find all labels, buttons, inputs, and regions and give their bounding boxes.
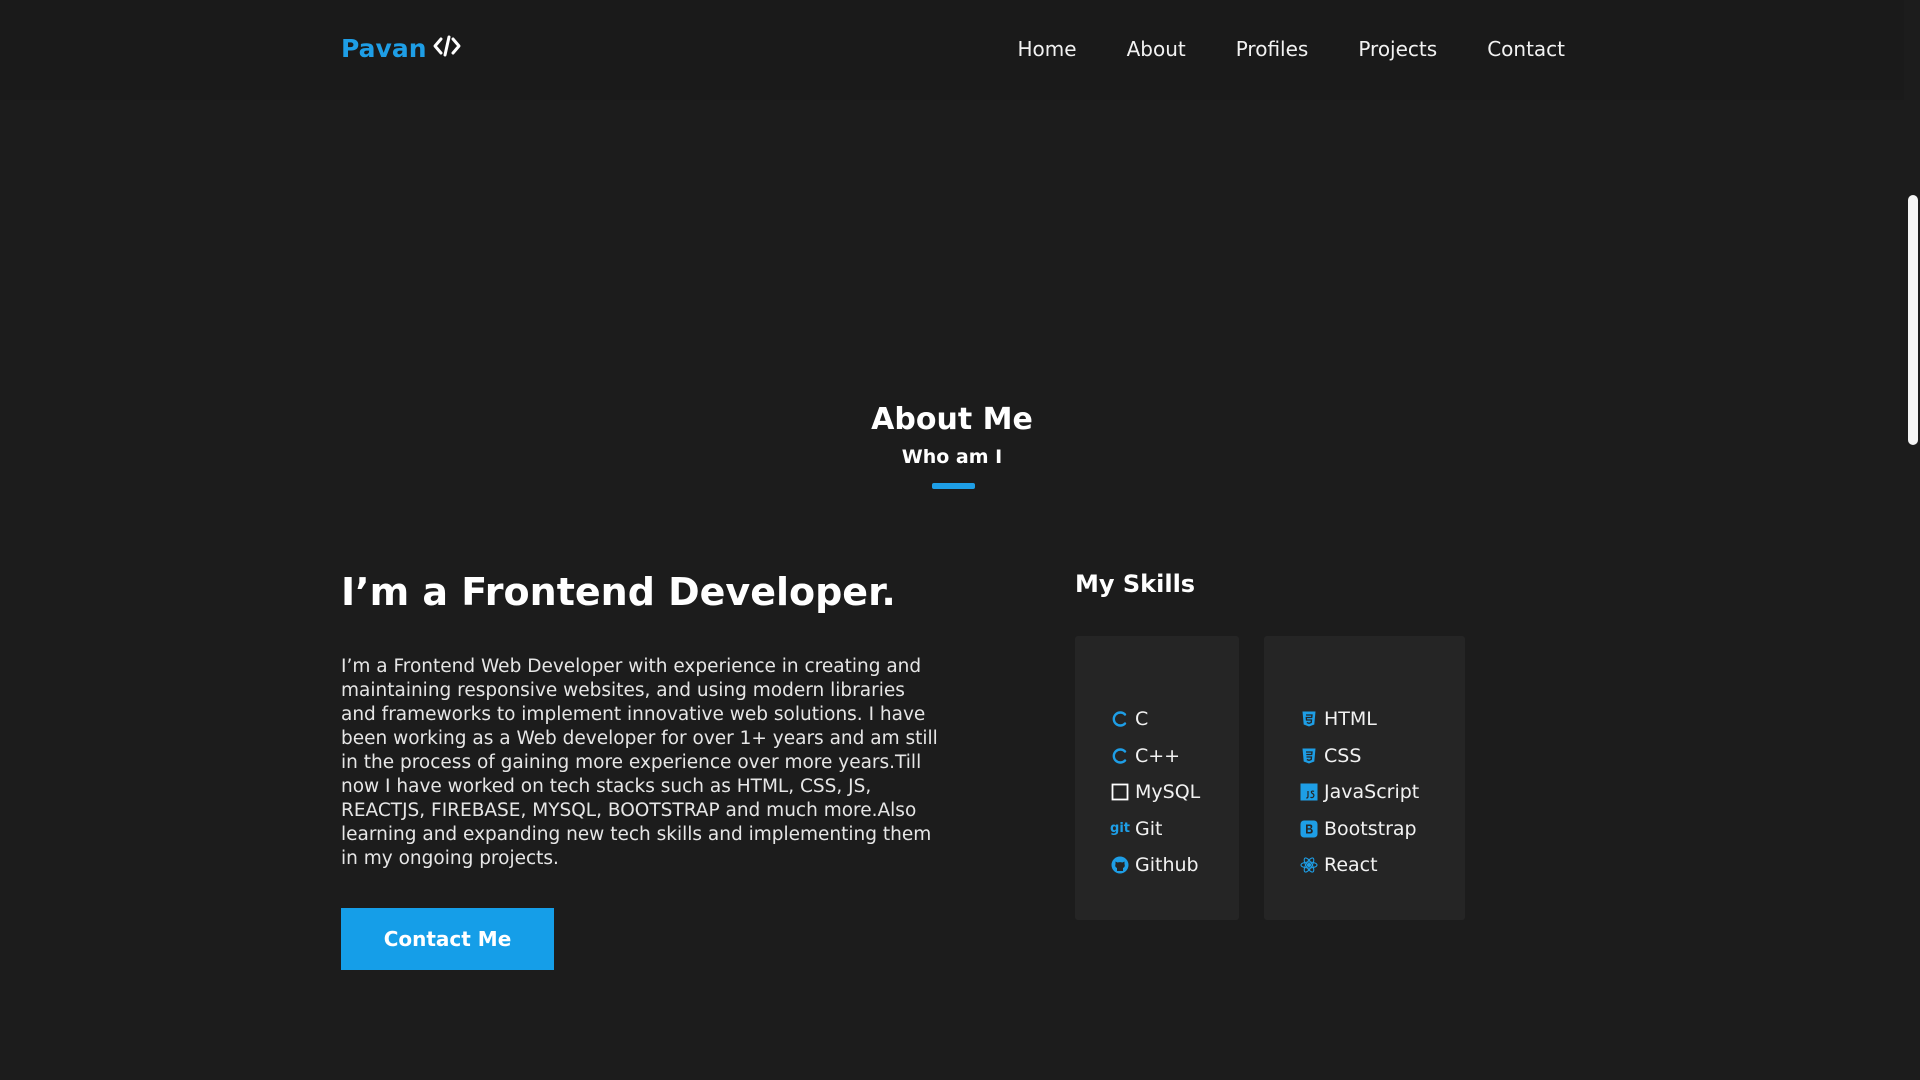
navbar: Pavan Home About Profiles Projects Conta… xyxy=(0,0,1904,100)
skill-item-bootstrap: Bootstrap xyxy=(1300,811,1419,848)
skills-title: My Skills xyxy=(1075,570,1196,598)
skill-label: CSS xyxy=(1324,744,1362,767)
scrollbar-track[interactable] xyxy=(1904,0,1920,1080)
skill-item-cpp: C++ xyxy=(1111,738,1200,775)
skill-item-github: Github xyxy=(1111,847,1200,884)
git-icon: git xyxy=(1110,820,1130,838)
skill-item-c: C xyxy=(1111,701,1200,738)
skill-label: Bootstrap xyxy=(1324,817,1417,840)
c-icon xyxy=(1111,710,1129,728)
section-title: About Me xyxy=(871,402,1033,437)
css3-icon xyxy=(1300,747,1318,765)
github-icon xyxy=(1111,856,1129,874)
section-subtitle: Who am I xyxy=(901,446,1003,468)
skills-card-1: C C++ MySQL git Git Github xyxy=(1075,636,1239,920)
nav-link-home[interactable]: Home xyxy=(1018,37,1077,61)
skill-item-react: React xyxy=(1300,847,1419,884)
skill-label: C xyxy=(1135,708,1149,731)
skill-label: MySQL xyxy=(1135,781,1201,804)
skill-item-javascript: JavaScript xyxy=(1300,774,1419,811)
react-icon xyxy=(1300,856,1318,874)
nav-link-about[interactable]: About xyxy=(1127,37,1186,61)
skill-item-html: HTML xyxy=(1300,701,1419,738)
skill-label: React xyxy=(1324,854,1378,877)
nav-links: Home About Profiles Projects Contact xyxy=(1018,37,1565,61)
skill-label: JavaScript xyxy=(1324,781,1420,804)
contact-me-button[interactable]: Contact Me xyxy=(341,908,554,970)
code-icon xyxy=(433,35,461,63)
skill-item-mysql: MySQL xyxy=(1111,774,1200,811)
skill-label: Github xyxy=(1135,854,1199,877)
nav-link-profiles[interactable]: Profiles xyxy=(1236,37,1309,61)
javascript-icon xyxy=(1300,783,1318,801)
developer-heading: I’m a Frontend Developer. xyxy=(341,570,896,614)
logo-text: Pavan xyxy=(341,34,427,63)
skill-label: Git xyxy=(1135,817,1163,840)
logo[interactable]: Pavan xyxy=(341,34,461,63)
git-icon-text: git xyxy=(1110,821,1130,837)
skill-item-css: CSS xyxy=(1300,738,1419,775)
bootstrap-icon xyxy=(1300,820,1318,838)
nav-link-projects[interactable]: Projects xyxy=(1358,37,1437,61)
skill-list-2: HTML CSS JavaScript Bootstrap React xyxy=(1300,701,1419,884)
skill-list-1: C C++ MySQL git Git Github xyxy=(1110,701,1200,884)
scrollbar-thumb[interactable] xyxy=(1908,195,1918,445)
mysql-icon xyxy=(1111,783,1129,801)
about-description: I’m a Frontend Web Developer with experi… xyxy=(341,656,938,869)
html5-icon xyxy=(1300,710,1318,728)
title-underline xyxy=(932,483,975,489)
skills-card-2: HTML CSS JavaScript Bootstrap React xyxy=(1264,636,1465,920)
skill-item-git: git Git xyxy=(1110,811,1200,848)
nav-link-contact[interactable]: Contact xyxy=(1487,37,1565,61)
skill-label: HTML xyxy=(1324,708,1377,731)
skill-label: C++ xyxy=(1135,744,1181,767)
cpp-icon xyxy=(1111,747,1129,765)
